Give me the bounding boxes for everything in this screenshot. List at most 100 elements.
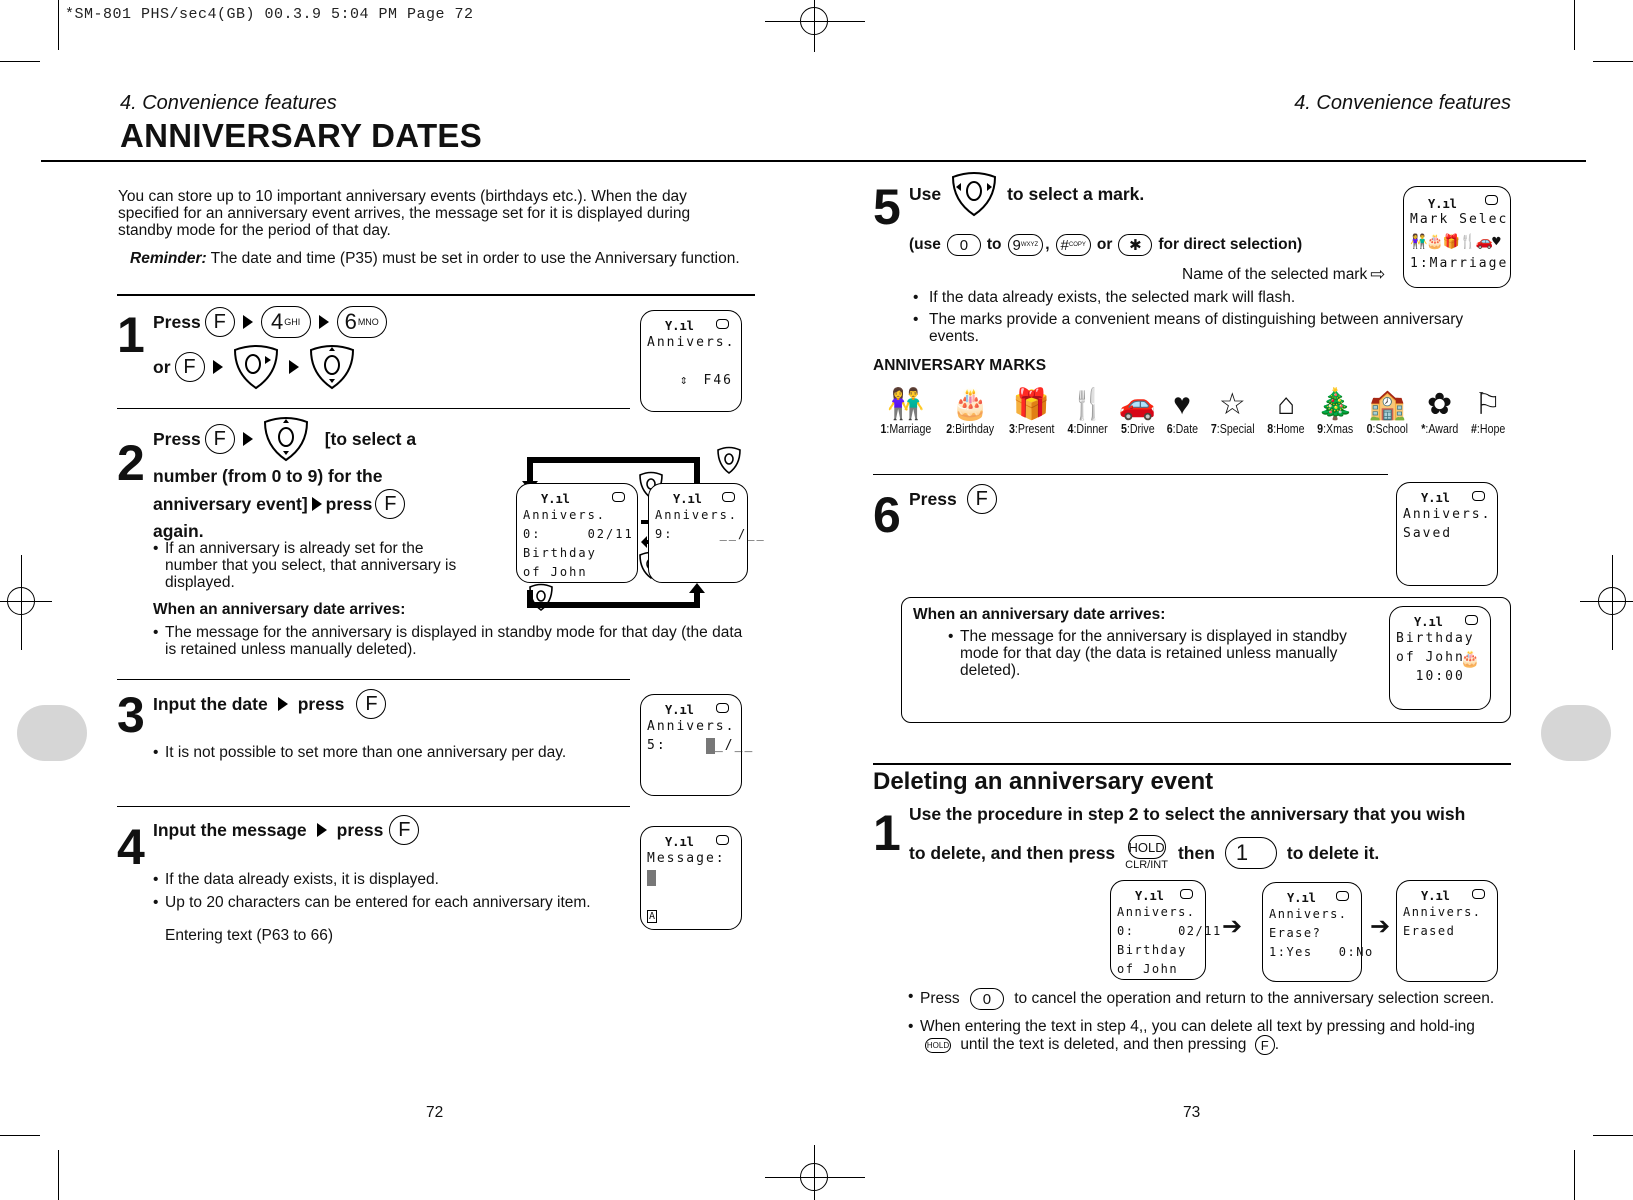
screen-line: Annivers.: [1269, 907, 1348, 921]
battery-icon: [1180, 889, 1193, 899]
hope-icon: ⚐: [1474, 388, 1502, 421]
screen-line: 0: 02/11: [1117, 924, 1222, 938]
crop-mark: [0, 601, 52, 602]
arrow-right-icon: [242, 432, 253, 446]
delete-bullets: Press 0 to cancel the operation and retu…: [908, 988, 1508, 1055]
input-mode-icon: A: [647, 910, 658, 923]
step-text: Input the message: [153, 819, 307, 840]
battery-icon: [716, 703, 729, 713]
screen-line: Mark Selec: [1410, 212, 1509, 227]
key-hash-icon: # COPY: [1055, 234, 1091, 256]
arrives-bullets: The message for the anniversary is displ…: [153, 624, 753, 658]
arrow-right-icon: [316, 823, 327, 837]
section-header-left: 4. Convenience features: [120, 92, 337, 114]
screen-line: Erase?: [1269, 926, 1322, 940]
step-6-instruction: Press F: [909, 481, 997, 517]
crop-mark: [0, 1135, 40, 1136]
step-5-instruction: Use to select a mark.: [909, 172, 1144, 217]
step-text: [to select a: [324, 428, 417, 449]
mark-name: Present: [1017, 422, 1055, 436]
step-text: to delete, and then press: [909, 842, 1116, 863]
bullet-text: until the text is deleted, and then pres…: [960, 1036, 1247, 1054]
then-label: then: [1177, 842, 1215, 863]
arrives-box-bullets: The message for the anniversary is displ…: [948, 628, 1368, 679]
battery-icon: [1465, 615, 1478, 625]
mark-label: #:Hope: [1471, 422, 1505, 436]
key-1-icon: 1: [1224, 837, 1277, 869]
step-text: anniversary event]: [153, 493, 308, 514]
screen-line: of John: [1117, 962, 1179, 976]
thumb-tab: [1541, 705, 1611, 761]
bullet-item: Up to 20 characters can be entered for e…: [153, 894, 603, 911]
key-star-icon: ✱: [1118, 234, 1153, 256]
f-key-icon: F: [204, 307, 235, 337]
step-text: to delete it.: [1286, 842, 1380, 863]
arrow-right-icon: [277, 697, 288, 711]
signal-icon: Y.ıl: [1135, 889, 1164, 903]
battery-icon: [1336, 891, 1349, 901]
crop-mark: [1593, 61, 1633, 62]
crop-mark: [21, 555, 22, 650]
direct-text: to: [986, 236, 1002, 253]
crop-mark: [58, 1150, 59, 1200]
mark-label: 2:Birthday: [946, 422, 994, 436]
mark-name: Dinner: [1076, 422, 1108, 436]
step-divider: [117, 408, 630, 409]
screen-line: 9: __/__: [655, 527, 766, 541]
star-icon: ☆: [1218, 388, 1246, 421]
phone-screen-step3: Y.ıl Annivers. 5: _/__: [640, 694, 752, 796]
screen-line: Erased: [1403, 924, 1456, 938]
mark-item: 🎄 9:Xmas: [1314, 388, 1356, 436]
crop-mark: [0, 61, 40, 62]
nav-key-updown-icon: [309, 345, 354, 390]
tree-icon: 🎄: [1316, 388, 1355, 421]
or-label: or: [153, 356, 171, 377]
press-label: press: [336, 819, 384, 840]
f-key-icon: F: [204, 424, 235, 454]
bullet-item: The marks provide a convenient means of …: [913, 311, 1513, 345]
arrow-right-icon: ➔: [1370, 913, 1391, 940]
mark-label: 0:School: [1367, 422, 1408, 436]
step-divider: [117, 806, 630, 807]
scroll-arrows-icon: ⇕: [679, 373, 690, 388]
mark-item: 🚗 5:Drive: [1118, 388, 1158, 436]
mark-label: 9:Xmas: [1317, 422, 1353, 436]
key-6-mno-icon: 6 MNO: [336, 306, 387, 338]
mark-label: 6:Date: [1166, 422, 1197, 436]
bullet-text: When entering the text in step 4,, you c…: [920, 1018, 1475, 1035]
nav-key-right-icon: [233, 345, 278, 390]
arrives-box-heading: When an anniversary date arrives:: [913, 606, 1166, 623]
phone-screen-delete-2: Y.ıl Annivers. Erase? 1:Yes 0:No: [1262, 882, 1372, 982]
screen-line: Message:: [647, 851, 726, 866]
mark-name: Award: [1428, 422, 1459, 436]
screen-line: Birthday: [1117, 943, 1187, 957]
clover-icon: ✿: [1427, 388, 1453, 421]
mark-name: School: [1375, 422, 1408, 436]
f-key-icon: F: [174, 352, 205, 382]
screen-line: Annivers.: [1117, 905, 1196, 919]
screen-line: 10:00: [1396, 669, 1465, 684]
phone-screen-step5: Y.ıl Mark Selec 👫🎂🎁🍴🚗♥ 1:Marriage: [1403, 186, 1511, 288]
phone-screen-delete-1: Y.ıl Annivers. 0: 02/11 Birthday of John: [1110, 880, 1222, 980]
mark-name: Drive: [1129, 422, 1155, 436]
screen-mark-row: 👫🎂🎁🍴🚗♥: [1410, 234, 1501, 250]
screen-line: _/__: [714, 738, 755, 753]
mark-item: 🍴 4:Dinner: [1064, 388, 1111, 436]
crop-mark: [1593, 1135, 1633, 1136]
press-label: Press: [153, 428, 201, 449]
signal-icon: Y.ıl: [541, 492, 570, 506]
step-number: 1: [117, 307, 145, 363]
step-4-instruction: Input the message press F: [153, 812, 420, 848]
direct-text: or: [1096, 236, 1113, 253]
intro-paragraph: You can store up to 10 important anniver…: [118, 188, 691, 239]
crop-mark: [814, 1145, 815, 1200]
mark-item: 👫 1:Marriage: [876, 388, 936, 436]
phone-screen-delete-3: Y.ıl Annivers. Erased: [1396, 880, 1498, 982]
screen-footer: F46: [703, 373, 733, 388]
bullet-item: If an anniversary is already set for the…: [153, 540, 473, 591]
gift-icon: 🎁: [1012, 388, 1050, 421]
screen-line: Birthday: [523, 546, 597, 560]
press-label: press: [325, 493, 373, 514]
bullet-text: to cancel the operation and return to th…: [1014, 990, 1495, 1008]
heart-icon: ♥: [1173, 388, 1191, 421]
